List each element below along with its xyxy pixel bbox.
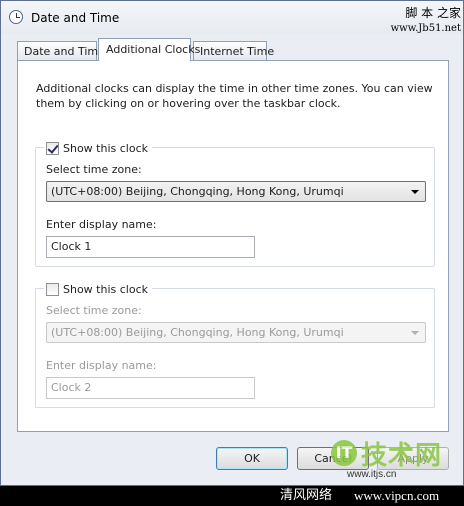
watermark-top: 脚 本 之家 www.Jb51.net (385, 5, 461, 37)
watermark-logo-text: 技术网 (361, 440, 443, 471)
clock2-display-name-label: Enter display name: (46, 359, 157, 372)
clock-icon (9, 10, 23, 24)
watermark-url: www.Jb51.net (390, 23, 461, 34)
clock2-checkbox[interactable] (46, 282, 59, 296)
bottom-bar-url: www.vipcn.com (354, 488, 440, 503)
clock1-show-toggle[interactable]: Show this clock (44, 140, 152, 156)
clock2-timezone-value: (UTC+08:00) Beijing, Chongqing, Hong Kon… (51, 326, 344, 339)
clock1-group: Show this clock Select time zone: (UTC+0… (35, 140, 435, 267)
tab-date-and-time[interactable]: Date and Time (17, 41, 105, 60)
window-title: Date and Time (31, 11, 120, 25)
clock1-checkbox[interactable] (46, 141, 59, 155)
tab-additional-clocks[interactable]: Additional Clocks (98, 38, 200, 61)
clock1-timezone-select[interactable]: (UTC+08:00) Beijing, Chongqing, Hong Kon… (46, 181, 426, 202)
clock1-display-name-label: Enter display name: (46, 218, 157, 231)
watermark-logo: IT 技术网 (331, 433, 459, 473)
clock2-display-name-input[interactable]: Clock 2 (46, 377, 255, 399)
clock2-group: Show this clock Select time zone: (UTC+0… (35, 281, 435, 408)
bottom-watermark-bar: 清风网络 www.vipcn.com (0, 486, 464, 506)
itjs-logo-icon: IT (331, 440, 357, 466)
clock1-timezone-value: (UTC+08:00) Beijing, Chongqing, Hong Kon… (51, 185, 344, 198)
chevron-down-icon (411, 190, 419, 194)
clock2-timezone-label: Select time zone: (46, 304, 142, 317)
bottom-bar-brand: 清风网络 (280, 488, 333, 503)
clock1-show-label: Show this clock (63, 141, 148, 155)
clock2-timezone-select[interactable]: (UTC+08:00) Beijing, Chongqing, Hong Kon… (46, 322, 426, 343)
chevron-down-icon (411, 331, 419, 335)
clock1-timezone-label: Select time zone: (46, 163, 142, 176)
intro-text: Additional clocks can display the time i… (36, 82, 433, 110)
tab-internet-time[interactable]: Internet Time (193, 41, 274, 60)
ok-button[interactable]: OK (216, 447, 288, 470)
watermark-logo-url: www.itjs.cn (347, 469, 397, 480)
date-time-dialog: Date and Time 脚 本 之家 www.Jb51.net Date a… (0, 0, 464, 486)
tab-panel: Additional clocks can display the time i… (17, 60, 449, 432)
clock2-show-label: Show this clock (63, 282, 148, 296)
watermark-brand: 脚 本 之家 (405, 6, 461, 20)
clock1-display-name-input[interactable]: Clock 1 (46, 236, 255, 258)
clock2-show-toggle[interactable]: Show this clock (44, 281, 152, 297)
